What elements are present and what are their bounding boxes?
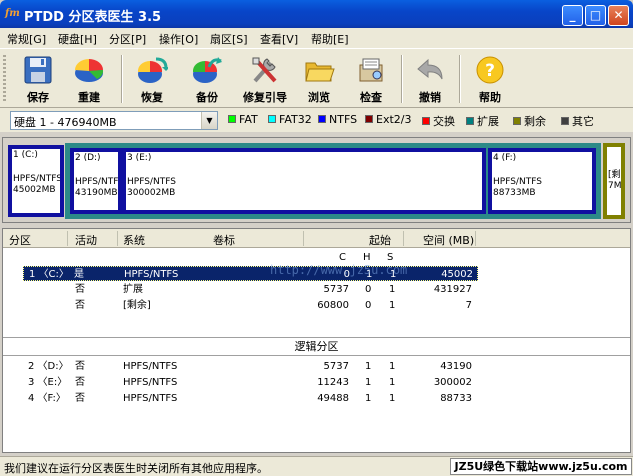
app-icon: fm (5, 8, 20, 19)
toolbar-grip[interactable] (3, 55, 6, 103)
table-row[interactable]: 2 〈D:〉 否 HPFS/NTFS 5737 1 1 43190 (3, 359, 630, 374)
browse-label: 浏览 (308, 91, 330, 104)
status-text: 我们建议在运行分区表医生时关闭所有其他应用程序。 (4, 462, 268, 475)
chevron-down-icon[interactable]: ▼ (201, 112, 217, 129)
window-title: PTDD 分区表医生 3.5 (24, 10, 162, 25)
site-badge: JZ5U绿色下载站www.jz5u.com (450, 458, 632, 475)
legend-free: 剩余 (513, 113, 546, 129)
partition-block-c[interactable]: 1 (C:) HPFS/NTFS 45002MB (8, 145, 64, 217)
browse-button[interactable]: 浏览 (294, 53, 344, 105)
minimize-button[interactable]: _ (562, 5, 583, 26)
disk-dropdown-value: 硬盘 1 - 476940MB (14, 116, 117, 129)
svg-text:?: ? (485, 61, 495, 81)
partition-block-f[interactable]: 4 (F:) HPFS/NTFS 88733MB (488, 148, 596, 214)
legend-swap: 交换 (422, 113, 455, 129)
legend-extended: 扩展 (466, 113, 499, 129)
menu-sector[interactable]: 扇区[S] (210, 31, 248, 47)
chs-subheader: C H S (339, 252, 394, 263)
help-button[interactable]: ? 帮助 (465, 53, 515, 105)
legend-swatch (561, 117, 569, 125)
legend-other: 其它 (561, 113, 594, 129)
table-row-selected[interactable]: 1 〈C:〉 是 HPFS/NTFS 0 1 1 45002 (23, 266, 478, 281)
logical-partitions-heading: 逻辑分区 (294, 340, 339, 353)
partition-block-free[interactable]: [剩 7M (603, 143, 625, 219)
maximize-icon: □ (589, 8, 602, 22)
col-start[interactable]: 起始 (369, 232, 391, 248)
legend-swatch (513, 117, 521, 125)
undo-label: 撤销 (419, 91, 441, 104)
repair-boot-button[interactable]: 修复引导 (239, 53, 291, 105)
disk-map: 1 (C:) HPFS/NTFS 45002MB 2 (D:) HPFS/NTF… (2, 137, 631, 223)
restore-label: 恢复 (141, 91, 163, 104)
partition-table: 分区 活动 系统 卷标 起始 空间 (MB) C H S 1 〈C:〉 是 HP… (2, 228, 631, 453)
legend-swatch (422, 117, 430, 125)
col-system[interactable]: 系统 (123, 232, 145, 248)
toolbar-separator (121, 55, 123, 103)
help-label: 帮助 (479, 91, 501, 104)
inspect-icon (359, 58, 383, 82)
menu-disk[interactable]: 硬盘[H] (58, 31, 97, 47)
maximize-button[interactable]: □ (585, 5, 606, 26)
table-header: 分区 活动 系统 卷标 起始 空间 (MB) (3, 229, 630, 248)
save-label: 保存 (27, 91, 49, 104)
legend-ext: Ext2/3 (365, 113, 411, 126)
toolbar-separator (459, 55, 461, 103)
col-label[interactable]: 卷标 (213, 232, 235, 248)
disk-select-row: 硬盘 1 - 476940MB ▼ FAT FAT32 NTFS Ext2/3 … (0, 108, 633, 132)
check-button[interactable]: 检查 (346, 53, 396, 105)
menu-general[interactable]: 常规[G] (7, 31, 46, 47)
toolbar-separator (401, 55, 403, 103)
undo-button[interactable]: 撤销 (405, 53, 455, 105)
help-icon: ? (476, 56, 504, 84)
legend-swatch (228, 115, 236, 123)
partition-block-e[interactable]: 3 (E:) HPFS/NTFS 300002MB (122, 148, 486, 214)
legend-swatch (466, 117, 474, 125)
table-row[interactable]: 4 〈F:〉 否 HPFS/NTFS 49488 1 1 88733 (3, 391, 630, 406)
legend-ntfs: NTFS (318, 113, 357, 126)
table-row[interactable]: 否 扩展 5737 0 1 431927 (3, 282, 630, 297)
rebuild-label: 重建 (78, 91, 100, 104)
close-icon: ✕ (613, 8, 624, 22)
repair-boot-label: 修复引导 (243, 91, 287, 104)
close-button[interactable]: ✕ (608, 5, 629, 26)
menu-partition[interactable]: 分区[P] (109, 31, 146, 47)
col-partition[interactable]: 分区 (9, 232, 31, 248)
backup-label: 备份 (196, 91, 218, 104)
table-row[interactable]: 否 [剩余] 60800 0 1 7 (3, 298, 630, 313)
disk-dropdown[interactable]: 硬盘 1 - 476940MB ▼ (10, 111, 218, 130)
title-bar[interactable]: fm PTDD 分区表医生 3.5 _ □ ✕ (0, 0, 633, 28)
divider (3, 355, 630, 356)
toolbar: 保存 重建 恢复 备份 修复引导 浏览 检查 撤销 ? 帮助 (0, 48, 633, 108)
restore-button[interactable]: 恢复 (127, 53, 177, 105)
partition-block-d[interactable]: 2 (D:) HPFS/NTFS 43190MB (70, 148, 122, 214)
minimize-icon: _ (569, 8, 576, 22)
check-label: 检查 (360, 91, 382, 104)
col-size[interactable]: 空间 (MB) (423, 232, 474, 248)
menu-help[interactable]: 帮助[E] (311, 31, 349, 47)
undo-arrow-icon (417, 58, 443, 80)
table-row[interactable]: 3 〈E:〉 否 HPFS/NTFS 11243 1 1 300002 (3, 375, 630, 390)
legend-swatch (268, 115, 276, 123)
legend-fat: FAT (228, 113, 258, 126)
col-active[interactable]: 活动 (75, 232, 97, 248)
menu-operation[interactable]: 操作[O] (159, 31, 198, 47)
restore-pie-icon (137, 57, 168, 83)
legend-swatch (365, 115, 373, 123)
rebuild-button[interactable]: 重建 (64, 53, 114, 105)
legend-fat32: FAT32 (268, 113, 312, 126)
pie-disk-icon (75, 59, 104, 82)
tools-icon (252, 57, 277, 83)
divider (3, 337, 630, 338)
save-button[interactable]: 保存 (13, 53, 63, 105)
backup-button[interactable]: 备份 (182, 53, 232, 105)
backup-pie-icon (192, 57, 222, 83)
folder-icon (305, 62, 335, 82)
menu-bar: 常规[G] 硬盘[H] 分区[P] 操作[O] 扇区[S] 查看[V] 帮助[E… (0, 28, 633, 48)
floppy-disk-icon (24, 56, 52, 84)
menu-view[interactable]: 查看[V] (260, 31, 298, 47)
legend-swatch (318, 115, 326, 123)
status-bar: 我们建议在运行分区表医生时关闭所有其他应用程序。 JZ5U绿色下载站www.jz… (0, 456, 633, 476)
